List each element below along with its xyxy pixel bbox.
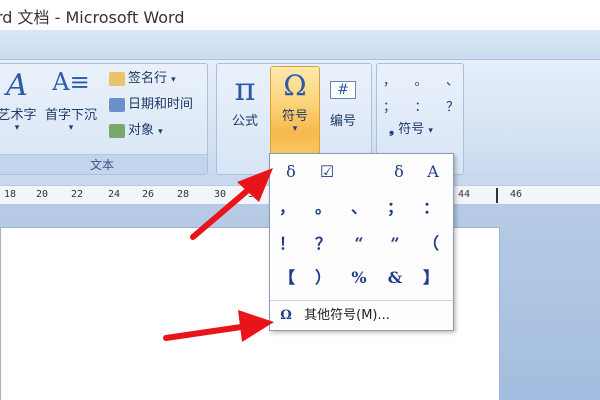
special-symbol-label: 符号 <box>398 122 425 137</box>
chevron-down-icon: ▾ <box>428 126 433 136</box>
signature-label: 签名行 <box>128 71 168 86</box>
ruler-tick: 44 <box>458 189 471 200</box>
wordart-button[interactable]: A 艺术字 ▾ <box>0 68 37 133</box>
special-symbol-3[interactable]: 、 <box>446 70 459 89</box>
numbering-button[interactable]: # 编号 <box>321 70 365 129</box>
ruler-tick: 26 <box>142 189 155 200</box>
text-group: A 艺术字 ▾ A≡ 首字下沉 ▾ 签名行 ▾ 日期和时间 对象 ▾ 文本 <box>0 63 208 175</box>
object-icon <box>109 123 125 138</box>
numbering-icon: # <box>321 70 365 110</box>
symbol-cell[interactable]: （ <box>414 230 448 258</box>
signature-icon <box>109 71 125 86</box>
datetime-button[interactable]: 日期和时间 <box>109 95 193 115</box>
object-label: 对象 <box>128 123 155 138</box>
more-symbols-label: 其他符号(M)... <box>304 308 390 323</box>
symbol-cell[interactable]: δ <box>382 158 416 186</box>
chevron-down-icon: ▾ <box>68 123 74 133</box>
symbol-cell[interactable]: ； <box>378 194 412 222</box>
special-symbol-4[interactable]: ； <box>383 96 396 115</box>
title-bar: rd 文档 - Microsoft Word <box>0 0 600 30</box>
symbol-dropdown: δ ☑ δ A ， 。 、 ； ： ！ ？ “ ” （ 【 ） % & 】 Ω … <box>269 153 454 331</box>
chevron-down-icon: ▾ <box>171 75 176 85</box>
wordart-icon: A <box>6 68 28 103</box>
chevron-down-icon: ▾ <box>292 124 298 134</box>
numbering-label: 编号 <box>329 114 356 129</box>
more-symbols-item[interactable]: Ω 其他符号(M)... <box>272 302 451 330</box>
chevron-down-icon: ▾ <box>158 127 163 137</box>
window-title: rd 文档 - Microsoft Word <box>0 8 185 27</box>
symbol-cell[interactable]: “ <box>342 230 376 258</box>
equation-label: 公式 <box>231 114 258 129</box>
symbol-cell[interactable]: ” <box>378 230 412 258</box>
ribbon-tab-strip <box>0 30 600 60</box>
symbol-cell[interactable]: ☑ <box>310 158 344 186</box>
symbol-cell[interactable]: A <box>416 158 450 186</box>
special-symbol-button[interactable]: ❟ 符号 ▾ <box>389 120 433 140</box>
special-symbol-6[interactable]: ？ <box>446 96 459 115</box>
symbol-cell[interactable]: 【 <box>270 264 304 292</box>
wordart-label: 艺术字 <box>0 108 37 123</box>
omega-icon: Ω <box>283 69 307 102</box>
datetime-label: 日期和时间 <box>128 97 194 112</box>
symbol-cell[interactable]: % <box>342 264 376 292</box>
signature-line-button[interactable]: 签名行 ▾ <box>109 69 176 89</box>
dropdown-separator <box>270 300 453 301</box>
special-symbols-row2: ； ： ？ <box>383 96 459 115</box>
chevron-down-icon: ▾ <box>14 123 20 133</box>
symbol-cell[interactable]: 、 <box>342 194 376 222</box>
symbol-cell[interactable]: ： <box>414 194 448 222</box>
dropcap-icon: A≡ <box>52 68 90 96</box>
special-symbols-row1: ， 。 、 <box>383 70 459 89</box>
special-symbol-5[interactable]: ： <box>414 96 427 115</box>
text-group-label: 文本 <box>0 154 207 174</box>
ruler-tick: 18 <box>4 189 17 200</box>
annotation-arrow <box>163 310 274 342</box>
equation-button[interactable]: π 公式 <box>223 70 267 129</box>
annotation-arrow <box>190 168 273 240</box>
special-symbol-2[interactable]: 。 <box>414 70 427 89</box>
ruler-tick: 22 <box>71 189 84 200</box>
symbol-cell[interactable]: 。 <box>306 194 340 222</box>
calendar-icon <box>109 97 125 112</box>
special-symbol-1[interactable]: ， <box>383 70 396 89</box>
symbol-button[interactable]: Ω 符号 ▾ <box>270 66 320 156</box>
symbol-cell[interactable]: & <box>378 264 412 292</box>
symbol-cell[interactable]: ？ <box>306 230 340 258</box>
dropcap-button[interactable]: A≡ 首字下沉 ▾ <box>39 68 103 133</box>
ruler-tick: 20 <box>36 189 49 200</box>
symbol-label: 符号 <box>281 109 308 124</box>
ruler-tick: 46 <box>510 189 523 200</box>
object-button[interactable]: 对象 ▾ <box>109 121 163 141</box>
ruler-tick: 24 <box>108 189 121 200</box>
pi-icon: π <box>234 70 256 108</box>
ruler-indent-marker[interactable] <box>496 188 498 203</box>
comma-icon: ❟ <box>389 122 395 137</box>
symbol-cell[interactable]: ） <box>306 264 340 292</box>
dropcap-label: 首字下沉 <box>44 108 97 123</box>
symbol-cell[interactable]: 】 <box>414 264 448 292</box>
